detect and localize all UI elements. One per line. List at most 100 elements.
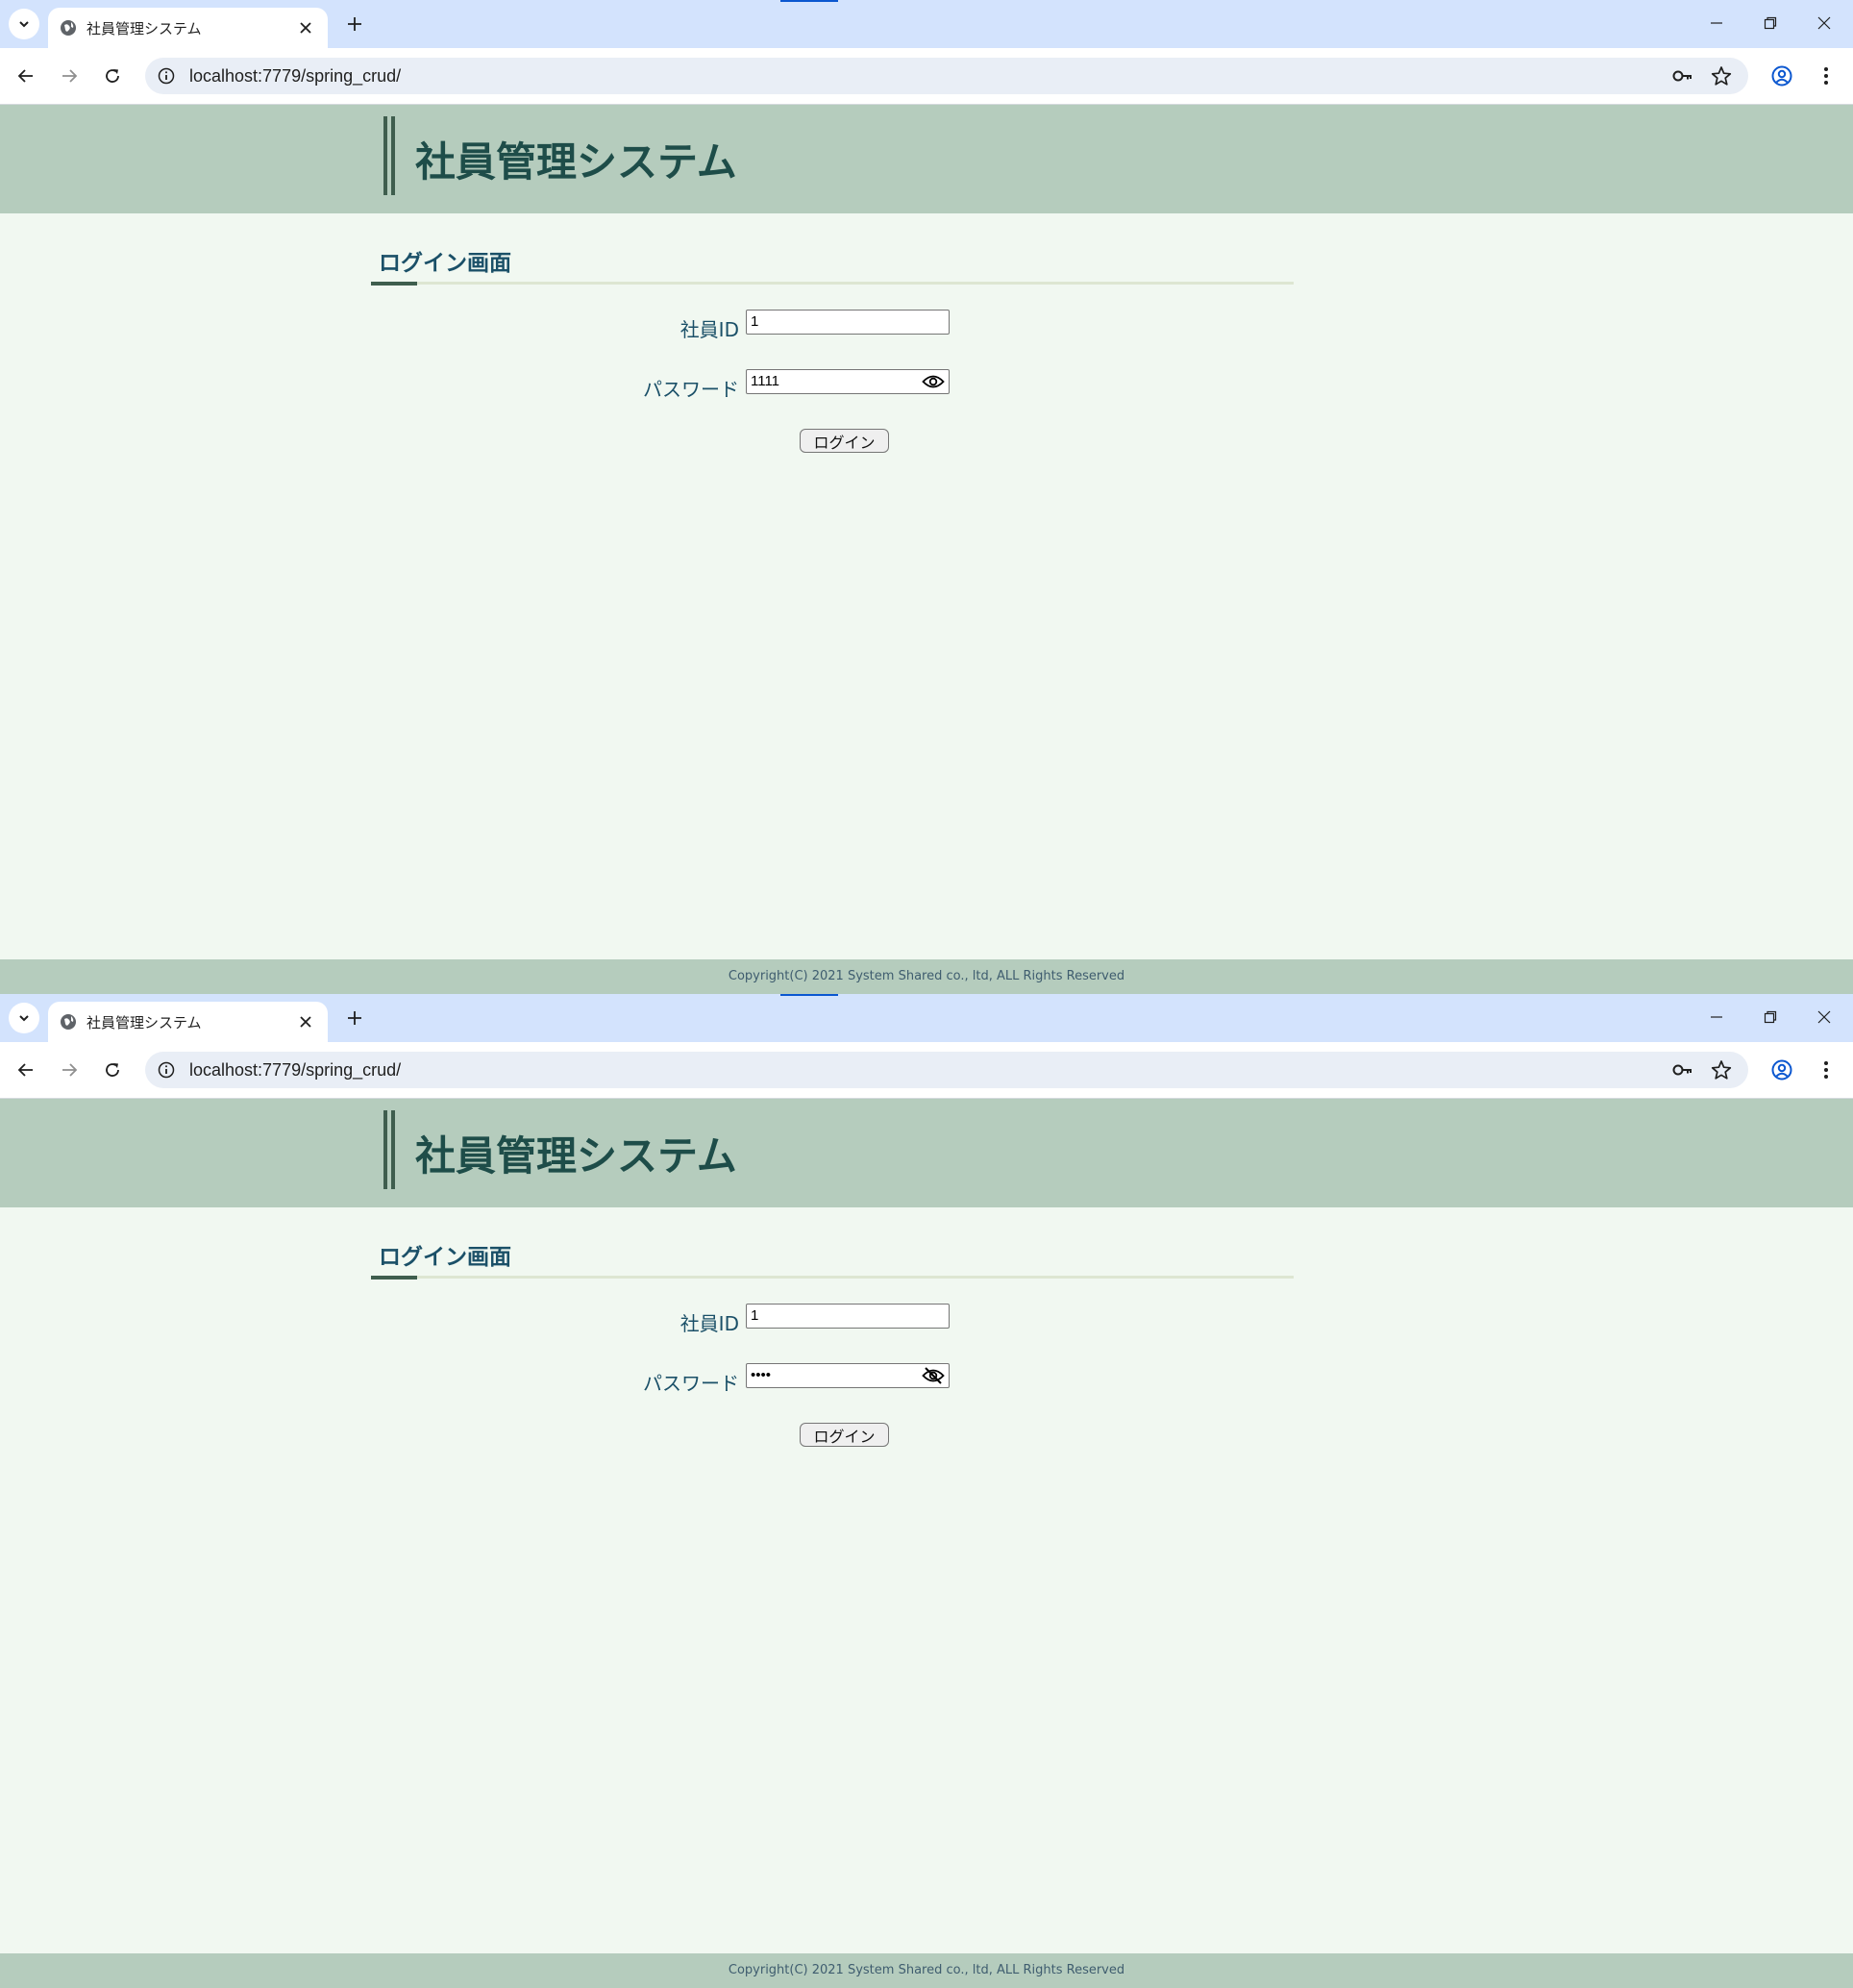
site-header: 社員管理システム <box>0 1099 1853 1207</box>
tab-close-button[interactable] <box>294 1010 317 1033</box>
back-button[interactable] <box>11 61 41 91</box>
info-icon <box>158 67 175 85</box>
plus-icon <box>348 17 361 31</box>
browser-menu-button[interactable] <box>1811 61 1841 91</box>
section-divider <box>371 282 1294 285</box>
reload-icon <box>106 69 119 83</box>
minimize-icon <box>1711 1016 1722 1018</box>
arrow-left-icon <box>17 69 33 83</box>
site-info-button[interactable] <box>157 1060 176 1080</box>
close-icon <box>1817 16 1831 30</box>
site-footer: Copyright(C) 2021 System Shared co., ltd… <box>0 1953 1853 1988</box>
browser-toolbar: localhost:7779/spring_crud/ <box>0 1042 1853 1099</box>
site-header: 社員管理システム <box>0 105 1853 213</box>
tab-close-button[interactable] <box>294 16 317 39</box>
close-icon <box>300 22 311 34</box>
restore-button[interactable] <box>1743 0 1797 46</box>
copyright-text: Copyright(C) 2021 System Shared co., ltd… <box>728 1963 1125 1977</box>
profile-icon <box>1771 65 1792 87</box>
password-label: パスワード <box>643 1372 739 1395</box>
tab-title: 社員管理システム <box>86 20 202 37</box>
tab-list-button[interactable] <box>9 1003 39 1033</box>
site-footer: Copyright(C) 2021 System Shared co., ltd… <box>0 959 1853 994</box>
chevron-down-icon <box>19 1015 29 1022</box>
header-accent-bar <box>383 116 395 195</box>
star-icon <box>1711 66 1732 86</box>
reveal-password-toggle[interactable] <box>922 1365 945 1386</box>
plus-icon <box>348 1011 361 1025</box>
reveal-password-toggle[interactable] <box>922 371 945 392</box>
minimize-button[interactable] <box>1690 994 1743 1040</box>
login-button[interactable]: ログイン <box>800 1423 889 1447</box>
active-tab[interactable]: 社員管理システム <box>48 8 328 48</box>
login-button[interactable]: ログイン <box>800 429 889 453</box>
globe-icon <box>61 20 76 36</box>
url-text: localhost:7779/spring_crud/ <box>189 1060 402 1080</box>
address-bar[interactable]: localhost:7779/spring_crud/ <box>145 1052 1748 1088</box>
arrow-right-icon <box>62 1063 78 1077</box>
forward-button[interactable] <box>54 1055 85 1085</box>
employee-id-input[interactable]: 1 <box>746 310 950 335</box>
reload-button[interactable] <box>97 61 128 91</box>
close-icon <box>1817 1010 1831 1024</box>
tab-search-indicator <box>780 0 838 2</box>
key-icon <box>1672 1064 1692 1076</box>
bookmark-button[interactable] <box>1710 64 1733 87</box>
header-accent-bar <box>383 1110 395 1189</box>
chevron-down-icon <box>19 21 29 28</box>
page-content: 社員管理システム ログイン画面 社員ID 1 パスワード •••• ログイン C… <box>0 1099 1853 1988</box>
globe-icon <box>61 1014 76 1030</box>
employee-id-label: 社員ID <box>679 1312 739 1335</box>
browser-toolbar: localhost:7779/spring_crud/ <box>0 48 1853 105</box>
profile-icon <box>1771 1059 1792 1081</box>
star-icon <box>1711 1060 1732 1080</box>
close-icon <box>300 1016 311 1028</box>
address-bar[interactable]: localhost:7779/spring_crud/ <box>145 58 1748 94</box>
profile-button[interactable] <box>1767 1055 1797 1085</box>
browser-window-2: 社員管理システム localhost:7779/spring_crud/ 社員管… <box>0 994 1853 1988</box>
employee-id-input[interactable]: 1 <box>746 1304 950 1329</box>
key-icon <box>1672 70 1692 82</box>
browser-menu-button[interactable] <box>1811 1055 1841 1085</box>
tab-search-indicator <box>780 994 838 996</box>
password-manager-button[interactable] <box>1671 1058 1694 1081</box>
new-tab-button[interactable] <box>341 1005 368 1031</box>
minimize-icon <box>1711 22 1722 24</box>
restore-button[interactable] <box>1743 994 1797 1040</box>
password-value: 1111 <box>751 373 780 389</box>
bookmark-button[interactable] <box>1710 1058 1733 1081</box>
page-title: 社員管理システム <box>415 138 737 186</box>
section-title: ログイン画面 <box>379 1245 511 1270</box>
password-input[interactable]: 1111 <box>746 369 950 394</box>
eye-icon <box>922 375 945 388</box>
site-info-button[interactable] <box>157 66 176 86</box>
window-close-button[interactable] <box>1797 994 1851 1040</box>
new-tab-button[interactable] <box>341 11 368 37</box>
info-icon <box>158 1061 175 1079</box>
tab-title: 社員管理システム <box>86 1014 202 1031</box>
url-text: localhost:7779/spring_crud/ <box>189 66 402 86</box>
active-tab[interactable]: 社員管理システム <box>48 1002 328 1042</box>
password-manager-button[interactable] <box>1671 64 1694 87</box>
tab-list-button[interactable] <box>9 9 39 39</box>
forward-button[interactable] <box>54 61 85 91</box>
restore-icon <box>1764 1010 1777 1024</box>
arrow-right-icon <box>62 69 78 83</box>
section-divider-accent <box>371 282 417 286</box>
eye-off-icon <box>922 1367 945 1384</box>
section-divider <box>371 1276 1294 1279</box>
tab-strip: 社員管理システム <box>0 994 1853 1042</box>
reload-button[interactable] <box>97 1055 128 1085</box>
profile-button[interactable] <box>1767 61 1797 91</box>
page-content: 社員管理システム ログイン画面 社員ID 1 パスワード 1111 ログイン C… <box>0 105 1853 994</box>
minimize-button[interactable] <box>1690 0 1743 46</box>
tab-strip: 社員管理システム <box>0 0 1853 48</box>
kebab-menu-icon <box>1824 67 1828 85</box>
browser-window-1: 社員管理システム localhost:7779/spring_crud/ 社員管… <box>0 0 1853 994</box>
back-button[interactable] <box>11 1055 41 1085</box>
password-input[interactable]: •••• <box>746 1363 950 1388</box>
section-title: ログイン画面 <box>379 251 511 276</box>
page-title: 社員管理システム <box>415 1132 737 1180</box>
arrow-left-icon <box>17 1063 33 1077</box>
window-close-button[interactable] <box>1797 0 1851 46</box>
